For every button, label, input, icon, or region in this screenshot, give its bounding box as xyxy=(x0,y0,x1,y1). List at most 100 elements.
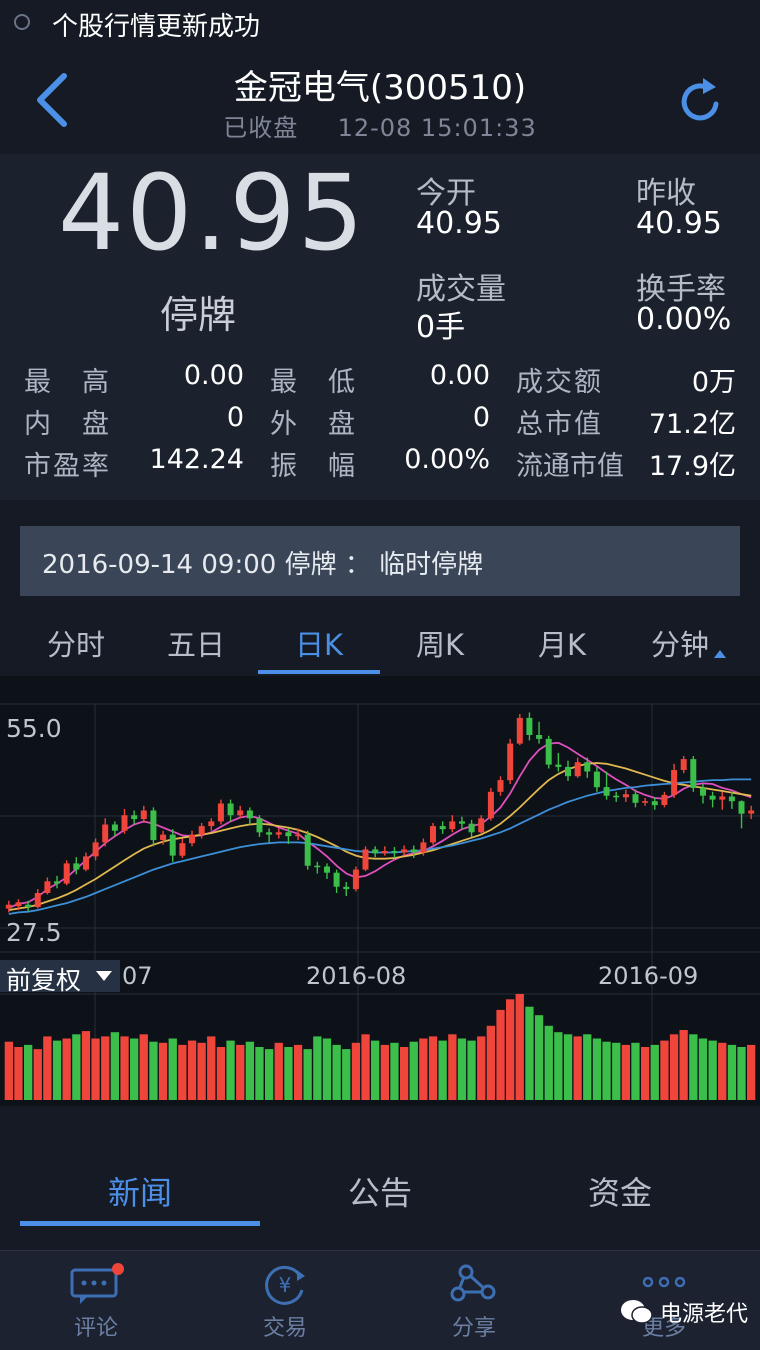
candle-body xyxy=(237,810,244,816)
candle-body xyxy=(285,832,292,837)
y-min-label: 27.5 xyxy=(6,918,62,947)
update-datetime: 12-08 15:01:33 xyxy=(337,114,537,142)
stat-label-pe: 市盈率 xyxy=(24,451,111,482)
candle-body xyxy=(333,872,340,887)
trade-yen-icon[interactable]: ¥ xyxy=(255,1262,315,1308)
candle-body xyxy=(661,794,668,805)
volume-bar xyxy=(448,1034,457,1100)
volume-bar xyxy=(592,1038,602,1100)
volume-bar xyxy=(428,1036,438,1100)
notice-content: 临时停牌 xyxy=(379,550,484,580)
tab-intraday[interactable]: 分时 xyxy=(16,622,136,664)
candle-body xyxy=(111,824,118,831)
volume-bar xyxy=(24,1044,33,1100)
tab-news[interactable]: 新闻 xyxy=(40,1168,240,1214)
volume-bar xyxy=(187,1040,197,1100)
candle-body xyxy=(410,849,417,853)
stat-value-float-cap: 17.9亿 xyxy=(648,451,736,482)
candle-body xyxy=(150,810,157,841)
tab-announcements[interactable]: 公告 xyxy=(280,1168,480,1214)
volume-bar xyxy=(409,1041,418,1100)
candle-body xyxy=(295,834,302,837)
turnover-rate-value: 0.00% xyxy=(636,302,732,337)
candle-body xyxy=(690,759,697,788)
volume-bar xyxy=(747,1044,756,1100)
volume-bar xyxy=(390,1042,399,1100)
volume-bar xyxy=(371,1040,380,1100)
volume-bar xyxy=(679,1030,688,1100)
candle-body xyxy=(700,787,706,796)
stat-value-pe: 142.24 xyxy=(149,444,244,475)
volume-bar xyxy=(602,1041,611,1100)
volume-bar xyxy=(72,1034,81,1100)
stat-label-inner: 内 盘 xyxy=(24,409,111,440)
stat-value-low: 0.00 xyxy=(429,360,490,391)
volume-bar xyxy=(583,1034,592,1100)
candle-body xyxy=(622,794,629,798)
volume-bar xyxy=(573,1036,582,1100)
comment-icon[interactable] xyxy=(66,1262,126,1308)
candle-body xyxy=(545,738,552,765)
candle-body xyxy=(343,886,350,890)
volume-bar xyxy=(641,1047,650,1100)
candle-body xyxy=(73,863,80,870)
nav-share-label: 分享 xyxy=(451,1316,496,1341)
share-icon[interactable] xyxy=(444,1262,504,1308)
candle-body xyxy=(275,832,282,835)
volume-bar xyxy=(322,1038,332,1100)
candle-body xyxy=(352,869,359,890)
tab-funds[interactable]: 资金 xyxy=(520,1168,720,1214)
volume-bar xyxy=(139,1034,148,1100)
candle-body xyxy=(140,810,147,820)
volume-bar xyxy=(245,1041,254,1100)
notice-label: 停牌 xyxy=(284,550,337,580)
y-max-label: 55.0 xyxy=(6,714,62,743)
candle-body xyxy=(497,780,504,792)
candle-body xyxy=(709,795,716,800)
tab-daily-k[interactable]: 日K xyxy=(259,622,379,664)
candle-body xyxy=(671,770,678,795)
volume-bar xyxy=(293,1044,303,1100)
kline-chart[interactable] xyxy=(0,676,760,1106)
candle-body xyxy=(44,881,51,893)
stat-label-low: 最 低 xyxy=(270,367,357,398)
current-price: 40.95 xyxy=(58,152,366,274)
stat-value-high: 0.00 xyxy=(183,360,244,391)
wechat-icon xyxy=(621,1300,653,1324)
volume-bar xyxy=(400,1047,409,1100)
volume-bar xyxy=(361,1034,370,1100)
candle-body xyxy=(391,851,398,853)
volume-bar xyxy=(380,1044,389,1100)
volume-bar xyxy=(650,1044,659,1100)
x-label-sep: 2016-09 xyxy=(598,962,699,990)
volume-bar xyxy=(216,1047,226,1100)
prev-close-value: 40.95 xyxy=(636,206,722,241)
stat-value-market-cap: 71.2亿 xyxy=(648,409,736,440)
tab-monthly-k[interactable]: 月K xyxy=(502,622,622,664)
stat-label-amplitude: 振 幅 xyxy=(270,451,357,482)
market-status: 已收盘 12-08 15:01:33 xyxy=(0,108,760,143)
volume-bar xyxy=(689,1034,698,1100)
volume-bar xyxy=(563,1034,573,1100)
candle-body xyxy=(439,826,446,830)
active-tab-indicator xyxy=(258,670,380,674)
status-indicator-icon xyxy=(14,14,30,30)
nav-comment-label: 评论 xyxy=(73,1316,118,1341)
candle-body xyxy=(748,810,755,814)
stock-title: 金冠电气(300510) xyxy=(233,68,527,108)
stat-label-float-cap: 流通市值 xyxy=(516,451,624,482)
volume-bar xyxy=(226,1040,235,1100)
candle-body xyxy=(593,771,600,788)
tab-five-day[interactable]: 五日 xyxy=(136,622,256,664)
candle-body xyxy=(584,762,591,772)
volume-bar xyxy=(130,1038,139,1100)
candle-body xyxy=(449,821,456,830)
volume-bar xyxy=(207,1036,216,1100)
refresh-icon[interactable] xyxy=(676,74,726,128)
volume-bar xyxy=(158,1042,168,1100)
tab-weekly-k[interactable]: 周K xyxy=(380,622,500,664)
candle-body xyxy=(121,815,128,831)
candle-body xyxy=(430,826,436,843)
candle-body xyxy=(632,794,639,803)
candle-body xyxy=(478,818,485,833)
